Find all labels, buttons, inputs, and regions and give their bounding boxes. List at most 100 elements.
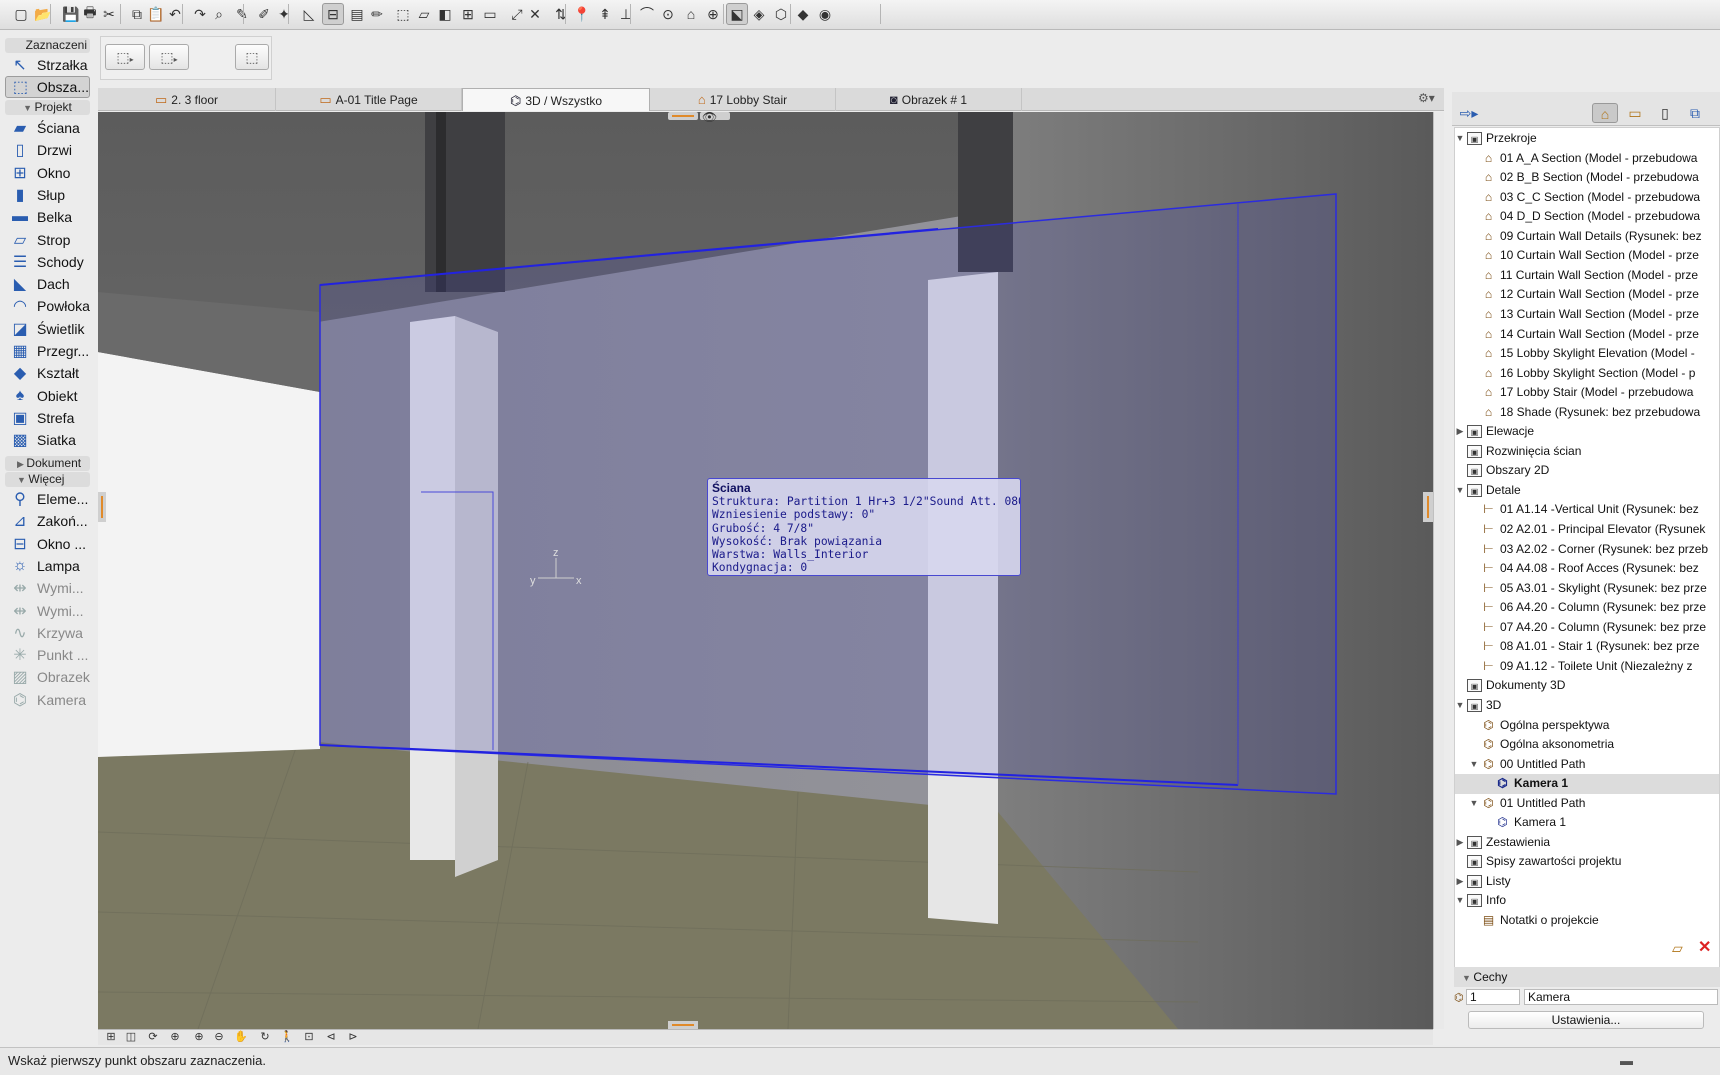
zoom-in-icon[interactable]: ⊕ [190, 1030, 208, 1045]
selection-method-button[interactable]: ⬚▸ [105, 44, 145, 70]
split-icon[interactable]: ⊕ [702, 3, 724, 25]
tool-belka-4[interactable]: ▬ Belka [5, 206, 90, 228]
collapse-icon[interactable]: ▼ [1455, 696, 1465, 716]
tool-kamera-9[interactable]: ⌬ Kamera [5, 689, 90, 711]
intersect-icon[interactable]: ⊙ [657, 3, 679, 25]
tree-row[interactable]: ⌂ 14 Curtain Wall Section (Model - prze [1455, 325, 1719, 345]
tool-wymi-4[interactable]: ⇹ Wymi... [5, 577, 90, 599]
gravity-icon[interactable]: ⊟ [322, 3, 344, 25]
settings-button[interactable]: Ustawienia... [1468, 1011, 1704, 1029]
navigator-mode-icon[interactable]: ⇨▸ [1454, 103, 1484, 123]
tree-row[interactable]: ▣ Rozwinięcia ścian [1455, 442, 1719, 462]
tab-menu-icon[interactable]: ⚙▾ [1418, 91, 1435, 105]
tab-2[interactable]: ⌬ 3D / Wszystko [462, 88, 650, 111]
expand-icon[interactable]: ▶ [1455, 833, 1465, 853]
eyedropper-icon[interactable]: ✎ [231, 3, 253, 25]
marquee-icon[interactable]: ⬚ [392, 3, 414, 25]
tree-row[interactable]: ⌂ 04 D_D Section (Model - przebudowa [1455, 207, 1719, 227]
tree-row[interactable]: ▤ Notatki o projekcie [1455, 911, 1719, 931]
tree-row[interactable]: ⌂ 02 B_B Section (Model - przebudowa [1455, 168, 1719, 188]
zoom-out-icon[interactable]: ⊖ [210, 1030, 228, 1045]
tree-row[interactable]: ⌬ Ogólna aksonometria [1455, 735, 1719, 755]
tree-row[interactable]: ▼ ▣ Info [1455, 891, 1719, 911]
tree-row[interactable]: ▼ ⌬ 01 Untitled Path [1455, 794, 1719, 814]
eye-icon[interactable]: 👁 [702, 112, 717, 124]
tree-row[interactable]: ▣ Spisy zawartości projektu [1455, 852, 1719, 872]
tab-0[interactable]: ▭ 2. 3 floor [98, 88, 276, 111]
tree-row[interactable]: ⌂ 12 Curtain Wall Section (Model - prze [1455, 285, 1719, 305]
tree-row[interactable]: ▣ Dokumenty 3D [1455, 676, 1719, 696]
tool-obiekt-12[interactable]: ♠ Obiekt [5, 385, 90, 407]
suspend-groups-icon[interactable]: ⊞ [457, 3, 479, 25]
tree-row[interactable]: ⊢ 03 A2.02 - Corner (Rysunek: bez przeb [1455, 540, 1719, 560]
window-toggle-icon[interactable]: ▬ [1620, 1048, 1633, 1074]
tree-row[interactable]: ▼ ▣ 3D [1455, 696, 1719, 716]
tool-zakoń-1[interactable]: ⊿ Zakoń... [5, 510, 90, 532]
zoom-menu-icon[interactable]: ⊕ [166, 1030, 184, 1045]
tree-row[interactable]: ⊢ 02 A2.01 - Principal Elevator (Rysunek [1455, 520, 1719, 540]
layout-toggle-icon[interactable]: ⊞ [102, 1030, 120, 1045]
tool-drzwi-1[interactable]: ▯ Drzwi [5, 139, 90, 161]
tree-row[interactable]: ▶ ▣ Listy [1455, 872, 1719, 892]
publisher-icon[interactable]: ⧉ [1682, 103, 1708, 123]
tree-row[interactable]: ⌂ 09 Curtain Wall Details (Rysunek: bez [1455, 227, 1719, 247]
pan-icon[interactable]: ✋ [232, 1030, 250, 1045]
collapse-icon[interactable]: ▼ [1455, 891, 1465, 911]
snap-guides-icon[interactable]: ◺ [298, 3, 320, 25]
distribute-icon[interactable]: ⊥ [615, 3, 637, 25]
trace-icon[interactable]: ▱ [413, 3, 435, 25]
properties-header[interactable]: ▼ Cechy [1454, 967, 1720, 987]
tree-row[interactable]: ⊢ 06 A4.20 - Column (Rysunek: bez prze [1455, 598, 1719, 618]
syringe-icon[interactable]: ✐ [253, 3, 275, 25]
3d-window-icon[interactable]: ⬕ [726, 3, 748, 25]
tool-słup-3[interactable]: ▮ Słup [5, 184, 90, 206]
magic-wand-icon[interactable]: ✦ [273, 3, 295, 25]
tree-row[interactable]: ⊢ 01 A1.14 -Vertical Unit (Rysunek: bez [1455, 500, 1719, 520]
layout-book-icon[interactable]: ▯ [1652, 103, 1678, 123]
tool-schody-6[interactable]: ☰ Schody [5, 251, 90, 273]
new-file-icon[interactable]: ▢ [10, 3, 32, 25]
marquee-shape-button[interactable]: ⬚▸ [149, 44, 189, 70]
tab-1[interactable]: ▭ A-01 Title Page [276, 88, 462, 111]
explore-icon[interactable]: 🚶 [278, 1030, 296, 1045]
preview-icon[interactable]: ◫ [122, 1030, 140, 1045]
auto-group-icon[interactable]: ▭ [479, 3, 501, 25]
tab-3[interactable]: ⌂ 17 Lobby Stair [650, 88, 836, 111]
tool-wymi-5[interactable]: ⇹ Wymi... [5, 600, 90, 622]
surface-painter-icon[interactable]: ◈ [748, 3, 770, 25]
tree-row[interactable]: ⌂ 01 A_A Section (Model - przebudowa [1455, 149, 1719, 169]
delete-icon[interactable]: ✕ [1698, 937, 1711, 957]
cutaway-icon[interactable]: ⬡ [770, 3, 792, 25]
tool-obsza-1[interactable]: ⬚ Obsza... [5, 76, 90, 99]
fit-in-window-icon[interactable]: ⊡ [300, 1030, 318, 1045]
offset-icon[interactable]: ⌂ [680, 3, 702, 25]
tree-row[interactable]: ⊢ 04 A4.08 - Roof Acces (Rysunek: bez [1455, 559, 1719, 579]
expand-icon[interactable]: ▶ [1455, 422, 1465, 442]
tool-dach-7[interactable]: ◣ Dach [5, 273, 90, 295]
tree-row[interactable]: ⌬ Kamera 1 [1455, 774, 1719, 794]
tree-row[interactable]: ⊢ 08 A1.01 - Stair 1 (Rysunek: bez prze [1455, 637, 1719, 657]
collapse-icon[interactable]: ▼ [1469, 755, 1479, 775]
tool-obrazek-8[interactable]: ▨ Obrazek [5, 666, 90, 688]
tree-row[interactable]: ⌂ 16 Lobby Skylight Section (Model - p [1455, 364, 1719, 384]
tree-row[interactable]: ▶ ▣ Elewacje [1455, 422, 1719, 442]
toolbox-group-more[interactable]: ▼ Więcej [5, 472, 90, 487]
tool-punkt-7[interactable]: ✳ Punkt ... [5, 644, 90, 666]
explode-icon[interactable]: ✕ [524, 3, 546, 25]
3d-style-icon[interactable]: ◆ [792, 3, 814, 25]
marquee-mode-button[interactable]: ⬚ [235, 44, 269, 70]
tree-row[interactable]: ⌬ Kamera 1 [1455, 813, 1719, 833]
elevation-marker-icon[interactable]: ⇅ [550, 3, 572, 25]
tab-4[interactable]: ◙ Obrazek # 1 [836, 88, 1022, 111]
tree-row[interactable]: ⌂ 11 Curtain Wall Section (Model - prze [1455, 266, 1719, 286]
pen-set-icon[interactable]: ✏ [366, 3, 388, 25]
name-field[interactable]: Kamera [1524, 989, 1718, 1005]
id-field[interactable]: 1 [1466, 989, 1520, 1005]
tool-strop-5[interactable]: ▱ Strop [5, 229, 90, 251]
toolbox-group-project[interactable]: ▼ Projekt [5, 100, 90, 115]
tree-row[interactable]: ▣ Obszary 2D [1455, 461, 1719, 481]
align-icon[interactable]: ⇞ [594, 3, 616, 25]
tool-strefa-13[interactable]: ▣ Strefa [5, 407, 90, 429]
tree-row[interactable]: ▼ ⌬ 00 Untitled Path [1455, 755, 1719, 775]
adjust-icon[interactable]: ⌒ [636, 3, 658, 25]
